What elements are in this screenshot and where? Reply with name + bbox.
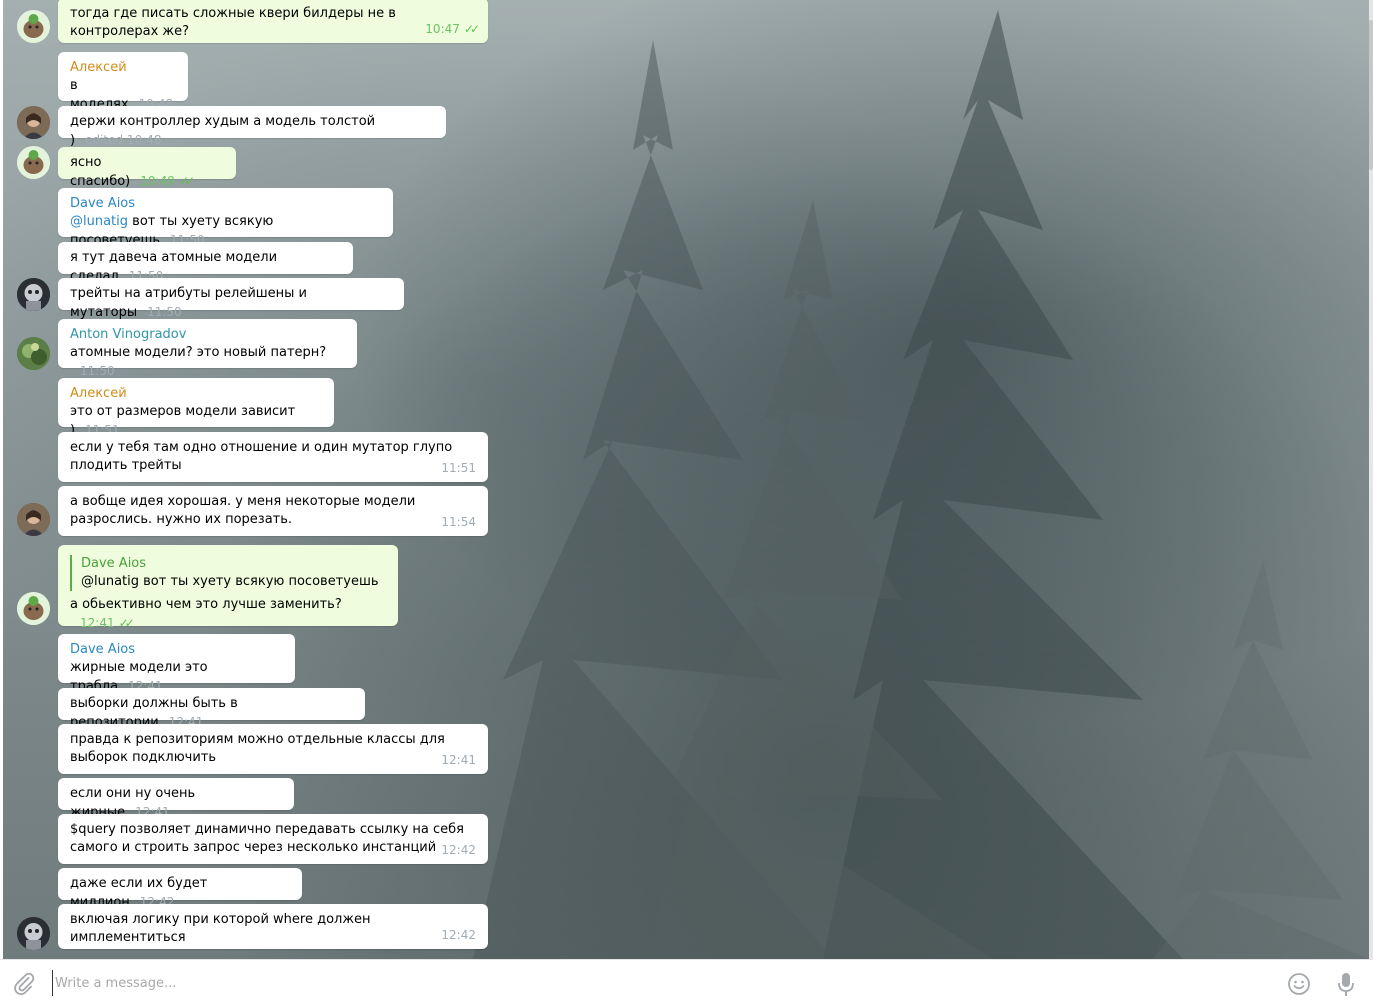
message-bubble-incoming[interactable]: Dave Aios @lunatig вот ты хуету всякую п… xyxy=(58,188,393,248)
message-time: edited 10:48 xyxy=(85,133,162,147)
message-bubble-incoming[interactable]: если они ну очень жирные 12:41 xyxy=(58,778,294,820)
message-bubble-incoming[interactable]: Dave Aios жирные модели это трабла 12:41 xyxy=(58,634,295,694)
emoji-icon[interactable] xyxy=(1287,972,1311,1000)
avatar[interactable] xyxy=(17,917,50,950)
avatar[interactable] xyxy=(17,146,50,179)
message-time: 12:42 xyxy=(441,843,476,857)
message-bubble-outgoing[interactable]: тогда где писать сложные квери билдеры н… xyxy=(58,0,488,43)
message-text: а обьективно чем это лучше заменить? xyxy=(70,597,342,612)
microphone-icon[interactable] xyxy=(1336,972,1356,1002)
message-time: 12:42 xyxy=(441,928,476,942)
message-text: тогда где писать сложные квери билдеры н… xyxy=(70,6,396,39)
message-bubble-incoming[interactable]: я тут давеча атомные модели сделал 11:50 xyxy=(58,242,353,284)
reply-quote[interactable]: Dave Aios @lunatig вот ты хуету всякую п… xyxy=(70,555,386,591)
avatar[interactable] xyxy=(17,106,50,139)
message-time: 11:51 xyxy=(441,461,476,475)
message-meta: 10:47 ✓✓ xyxy=(425,20,480,38)
sender-name[interactable]: Dave Aios xyxy=(70,641,283,659)
reply-sender-name: Dave Aios xyxy=(81,556,147,571)
message-bubble-outgoing[interactable]: ясно спасибо) 10:49 ✓✓ xyxy=(58,147,236,189)
message-text: $query позволяет динамично передавать сс… xyxy=(70,822,464,855)
message-text: а вобще идея хорошая. у меня некоторые м… xyxy=(70,494,416,527)
chat-history[interactable]: тогда где писать сложные квери билдеры н… xyxy=(3,0,1369,959)
message-bubble-incoming[interactable]: даже если их будет миллион 12:42 xyxy=(58,868,302,910)
avatar[interactable] xyxy=(17,592,50,625)
message-bubble-incoming[interactable]: трейты на атрибуты релейшены и мутаторы 1… xyxy=(58,278,404,320)
message-bubble-outgoing[interactable]: Dave Aios @lunatig вот ты хуету всякую п… xyxy=(58,545,398,630)
message-composer xyxy=(0,959,1373,1005)
mention-link[interactable]: @lunatig xyxy=(70,214,128,229)
message-text: включая логику при которой where должен … xyxy=(70,912,371,945)
message-text: если у тебя там одно отношение и один му… xyxy=(70,440,453,473)
attach-icon[interactable] xyxy=(12,972,36,1000)
avatar[interactable] xyxy=(17,503,50,536)
message-time: 10:49 xyxy=(140,174,175,188)
message-time: 11:50 xyxy=(147,305,182,319)
sender-name[interactable]: Anton Vinogradov xyxy=(70,326,345,344)
message-input[interactable] xyxy=(52,970,1257,996)
chat-scrollbar-thumb[interactable] xyxy=(1369,20,1373,170)
read-ticks-icon: ✓✓ xyxy=(118,616,135,630)
avatar[interactable] xyxy=(17,10,50,43)
message-bubble-incoming[interactable]: держи контроллер худым а модель толстой … xyxy=(58,106,446,148)
message-bubble-incoming[interactable]: а вобще идея хорошая. у меня некоторые м… xyxy=(58,486,488,536)
message-text: атомные модели? это новый патерн? xyxy=(70,345,327,360)
sender-name[interactable]: Dave Aios xyxy=(70,195,381,213)
message-text: ясно спасибо) xyxy=(70,155,131,189)
message-bubble-incoming[interactable]: Алексей это от размеров модели зависит )… xyxy=(58,378,334,438)
message-time: 10:47 xyxy=(425,22,460,36)
message-text: правда к репозиториям можно отдельные кл… xyxy=(70,732,445,765)
message-bubble-incoming[interactable]: Алексей в моделях 10:48 xyxy=(58,52,188,112)
message-bubble-incoming[interactable]: если у тебя там одно отношение и один му… xyxy=(58,432,488,482)
reply-text: @lunatig вот ты хуету всякую посоветуешь xyxy=(81,574,379,589)
message-bubble-incoming[interactable]: $query позволяет динамично передавать сс… xyxy=(58,814,488,864)
avatar[interactable] xyxy=(17,278,50,311)
message-time: 12:41 xyxy=(441,753,476,767)
message-bubble-incoming[interactable]: выборки должны быть в репозитории 12:41 xyxy=(58,688,365,730)
read-ticks-icon: ✓✓ xyxy=(178,174,195,188)
sender-name[interactable]: Алексей xyxy=(70,59,176,77)
avatar[interactable] xyxy=(17,337,50,370)
message-time: 11:50 xyxy=(80,364,115,378)
sender-name[interactable]: Алексей xyxy=(70,385,322,403)
message-bubble-incoming[interactable]: включая логику при которой where должен … xyxy=(58,904,488,949)
message-bubble-incoming[interactable]: правда к репозиториям можно отдельные кл… xyxy=(58,724,488,774)
read-ticks-icon: ✓✓ xyxy=(463,22,480,36)
message-time: 11:54 xyxy=(441,515,476,529)
message-time: 12:41 xyxy=(80,616,115,630)
message-bubble-incoming[interactable]: Anton Vinogradov атомные модели? это нов… xyxy=(58,319,357,378)
